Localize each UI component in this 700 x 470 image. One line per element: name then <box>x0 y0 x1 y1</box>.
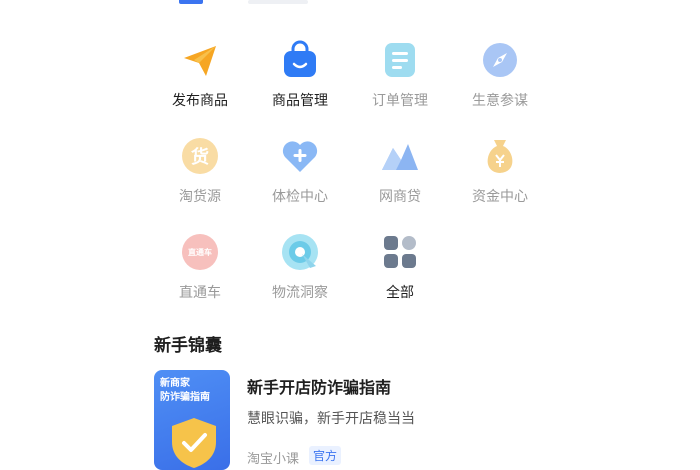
grid-item-health-check[interactable]: 体检中心 <box>250 132 350 212</box>
guide-card-description: 慧眼识骗，新手开店稳当当 <box>247 411 415 427</box>
logistics-radar-icon <box>282 234 318 270</box>
grid-item-label: 生意参谋 <box>472 93 528 109</box>
grid-item-label: 发布商品 <box>172 93 228 109</box>
grid-item-label: 物流洞察 <box>272 285 328 301</box>
grid-item-label: 资金中心 <box>472 189 528 205</box>
paper-plane-icon <box>184 46 216 76</box>
grid-item-supply[interactable]: 货 淘货源 <box>150 132 250 212</box>
compass-icon <box>483 43 517 77</box>
grid-item-label: 订单管理 <box>372 93 428 109</box>
grid-item-business-advisor[interactable]: 生意参谋 <box>450 36 550 116</box>
section-title: 新手锦囊 <box>154 336 222 356</box>
shopping-bag-icon <box>284 40 316 77</box>
supply-icon-glyph: 货 <box>191 146 209 168</box>
grid-item-label: 商品管理 <box>272 93 328 109</box>
official-badge: 官方 <box>309 446 342 465</box>
grid-item-express-train[interactable]: 直通车 直通车 <box>150 228 250 308</box>
grid-item-fund-center[interactable]: 资金中心 <box>450 132 550 212</box>
grid-item-product-manage[interactable]: 商品管理 <box>250 36 350 116</box>
grid-item-logistics-insight[interactable]: 物流洞察 <box>250 228 350 308</box>
shield-check-icon <box>172 418 216 468</box>
thumbnail-line2: 防诈骗指南 <box>160 392 210 403</box>
grid-item-label: 直通车 <box>179 285 221 301</box>
grid-item-label: 淘货源 <box>179 189 221 205</box>
guide-card-thumbnail: 新商家 防诈骗指南 <box>154 370 230 470</box>
grid-item-publish[interactable]: 发布商品 <box>150 36 250 116</box>
grid-item-all[interactable]: 全部 <box>350 228 450 308</box>
guide-card-source: 淘宝小课 <box>247 452 300 467</box>
tab-placeholder <box>248 0 308 4</box>
mountain-icon <box>382 144 418 170</box>
express-train-icon-glyph: 直通车 <box>188 247 212 257</box>
grid-item-mybank-loan[interactable]: 网商贷 <box>350 132 450 212</box>
grid-item-label: 全部 <box>386 285 414 301</box>
grid-item-label: 网商贷 <box>379 189 421 205</box>
heart-plus-icon <box>282 141 318 172</box>
thumbnail-line1: 新商家 <box>160 378 190 389</box>
grid-item-order-manage[interactable]: 订单管理 <box>350 36 450 116</box>
grid-item-label: 体检中心 <box>272 189 328 205</box>
guide-card[interactable]: 新商家 防诈骗指南 新手开店防诈骗指南 慧眼识骗，新手开店稳当当 淘宝小课 官方 <box>154 370 574 470</box>
active-tab-indicator <box>179 0 203 4</box>
money-bag-icon <box>487 140 513 173</box>
grid-all-icon <box>384 236 416 268</box>
express-train-icon: 直通车 <box>182 234 218 270</box>
guide-card-title: 新手开店防诈骗指南 <box>247 378 392 397</box>
supply-icon: 货 <box>182 138 218 174</box>
document-list-icon <box>385 43 415 77</box>
